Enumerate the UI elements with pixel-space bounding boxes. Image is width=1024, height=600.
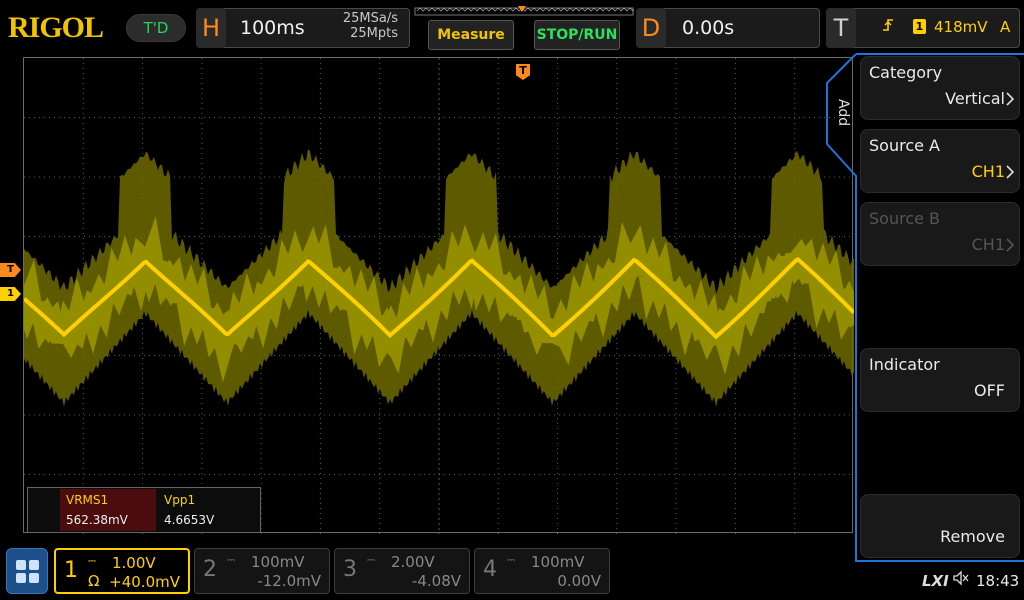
channel-number: 2 bbox=[203, 557, 217, 582]
delay-label: D bbox=[636, 8, 666, 48]
chevron-right-icon bbox=[1006, 238, 1015, 252]
home-menu-button[interactable] bbox=[6, 548, 48, 594]
stop-run-button[interactable]: STOP/RUN bbox=[534, 20, 620, 50]
delay-value: 0.00s bbox=[682, 17, 735, 39]
channel-offset: 0.00V bbox=[557, 572, 601, 590]
measurement-vpp[interactable]: Vpp1 4.6653V bbox=[158, 489, 258, 531]
trigger-level: 418mV bbox=[934, 18, 988, 36]
dc-coupling-icon: ⎓ bbox=[367, 555, 375, 566]
channel-number: 3 bbox=[343, 557, 357, 582]
system-clock: 18:43 bbox=[976, 572, 1020, 590]
measure-button[interactable]: Measure bbox=[428, 20, 514, 50]
dc-coupling-icon: ⎓ bbox=[227, 555, 235, 566]
remove-button-label: Remove bbox=[940, 527, 1005, 546]
menu-item-remove[interactable]: Remove bbox=[860, 494, 1020, 558]
measurement-name: Vpp1 bbox=[164, 493, 196, 507]
rising-edge-icon bbox=[882, 18, 894, 36]
chevron-right-icon bbox=[1006, 92, 1015, 106]
horizontal-label: H bbox=[196, 8, 226, 48]
measurement-vrms[interactable]: VRMS1 562.38mV bbox=[60, 489, 156, 531]
dc-coupling-icon: ⎓ bbox=[88, 556, 96, 567]
measurement-name: VRMS1 bbox=[66, 493, 109, 507]
trigger-level-marker[interactable]: T bbox=[0, 263, 21, 277]
menu-item-category[interactable]: Category Vertical bbox=[860, 56, 1020, 120]
menu-item-indicator[interactable]: Indicator OFF bbox=[860, 348, 1020, 412]
trigger-position-strip bbox=[414, 6, 634, 16]
acquire-mode-badge[interactable]: T'D bbox=[126, 14, 186, 42]
menu-item-value: CH1 bbox=[971, 162, 1005, 181]
menu-item-label: Category bbox=[869, 63, 943, 82]
channel-offset: -4.08V bbox=[411, 572, 461, 590]
menu-tab-add[interactable]: Add bbox=[830, 78, 856, 148]
channel-offset: +40.0mV bbox=[109, 573, 180, 591]
channel-number: 1 bbox=[64, 558, 78, 583]
waveform-display[interactable] bbox=[23, 57, 854, 534]
channel-4-panel[interactable]: 4 ⎓ 100mV 0.00V bbox=[474, 548, 610, 594]
menu-item-label: Source A bbox=[869, 136, 940, 155]
menu-item-source-b: Source B CH1 bbox=[860, 202, 1020, 266]
channel-scale: 2.00V bbox=[391, 553, 435, 571]
channel-number: 4 bbox=[483, 557, 497, 582]
channel-scale: 100mV bbox=[531, 553, 585, 571]
menu-item-value: OFF bbox=[974, 381, 1005, 400]
memory-depth: 25Mpts bbox=[350, 26, 398, 41]
channel-scale: 100mV bbox=[251, 553, 305, 571]
channel-2-panel[interactable]: 2 ⎓ 100mV -12.0mV bbox=[194, 548, 330, 594]
dc-coupling-icon: ⎓ bbox=[507, 555, 515, 566]
trigger-sweep-mode: A bbox=[1000, 18, 1011, 36]
menu-item-source-a[interactable]: Source A CH1 bbox=[860, 129, 1020, 193]
sample-rate: 25MSa/s bbox=[342, 11, 398, 26]
timebase-value: 100ms bbox=[240, 17, 305, 39]
ch1-waveform bbox=[24, 149, 854, 407]
trigger-label: T bbox=[826, 8, 856, 48]
trigger-source-badge: 1 bbox=[913, 19, 926, 34]
menu-item-value: Vertical bbox=[945, 89, 1005, 108]
channel-1-panel[interactable]: 1 ⎓ 1.00V Ω +40.0mV bbox=[54, 548, 190, 594]
ch1-offset-marker[interactable]: 1 bbox=[0, 287, 21, 301]
speaker-muted-icon[interactable] bbox=[952, 570, 970, 590]
measurement-panel[interactable]: VRMS1 562.38mV Vpp1 4.6653V bbox=[27, 487, 261, 533]
channel-offset: -12.0mV bbox=[257, 572, 321, 590]
menu-item-label: Source B bbox=[869, 209, 941, 228]
channel-scale: 1.00V bbox=[112, 554, 156, 572]
rigol-logo: RIGOL bbox=[8, 11, 104, 44]
impedance-icon: Ω bbox=[88, 572, 100, 590]
measurement-value: 562.38mV bbox=[66, 513, 128, 527]
channel-3-panel[interactable]: 3 ⎓ 2.00V -4.08V bbox=[334, 548, 470, 594]
chevron-right-icon bbox=[1006, 165, 1015, 179]
lxi-logo: LXI bbox=[922, 572, 949, 590]
measurement-value: 4.6653V bbox=[164, 513, 215, 527]
menu-item-value: CH1 bbox=[971, 235, 1005, 254]
menu-item-label: Indicator bbox=[869, 355, 940, 374]
